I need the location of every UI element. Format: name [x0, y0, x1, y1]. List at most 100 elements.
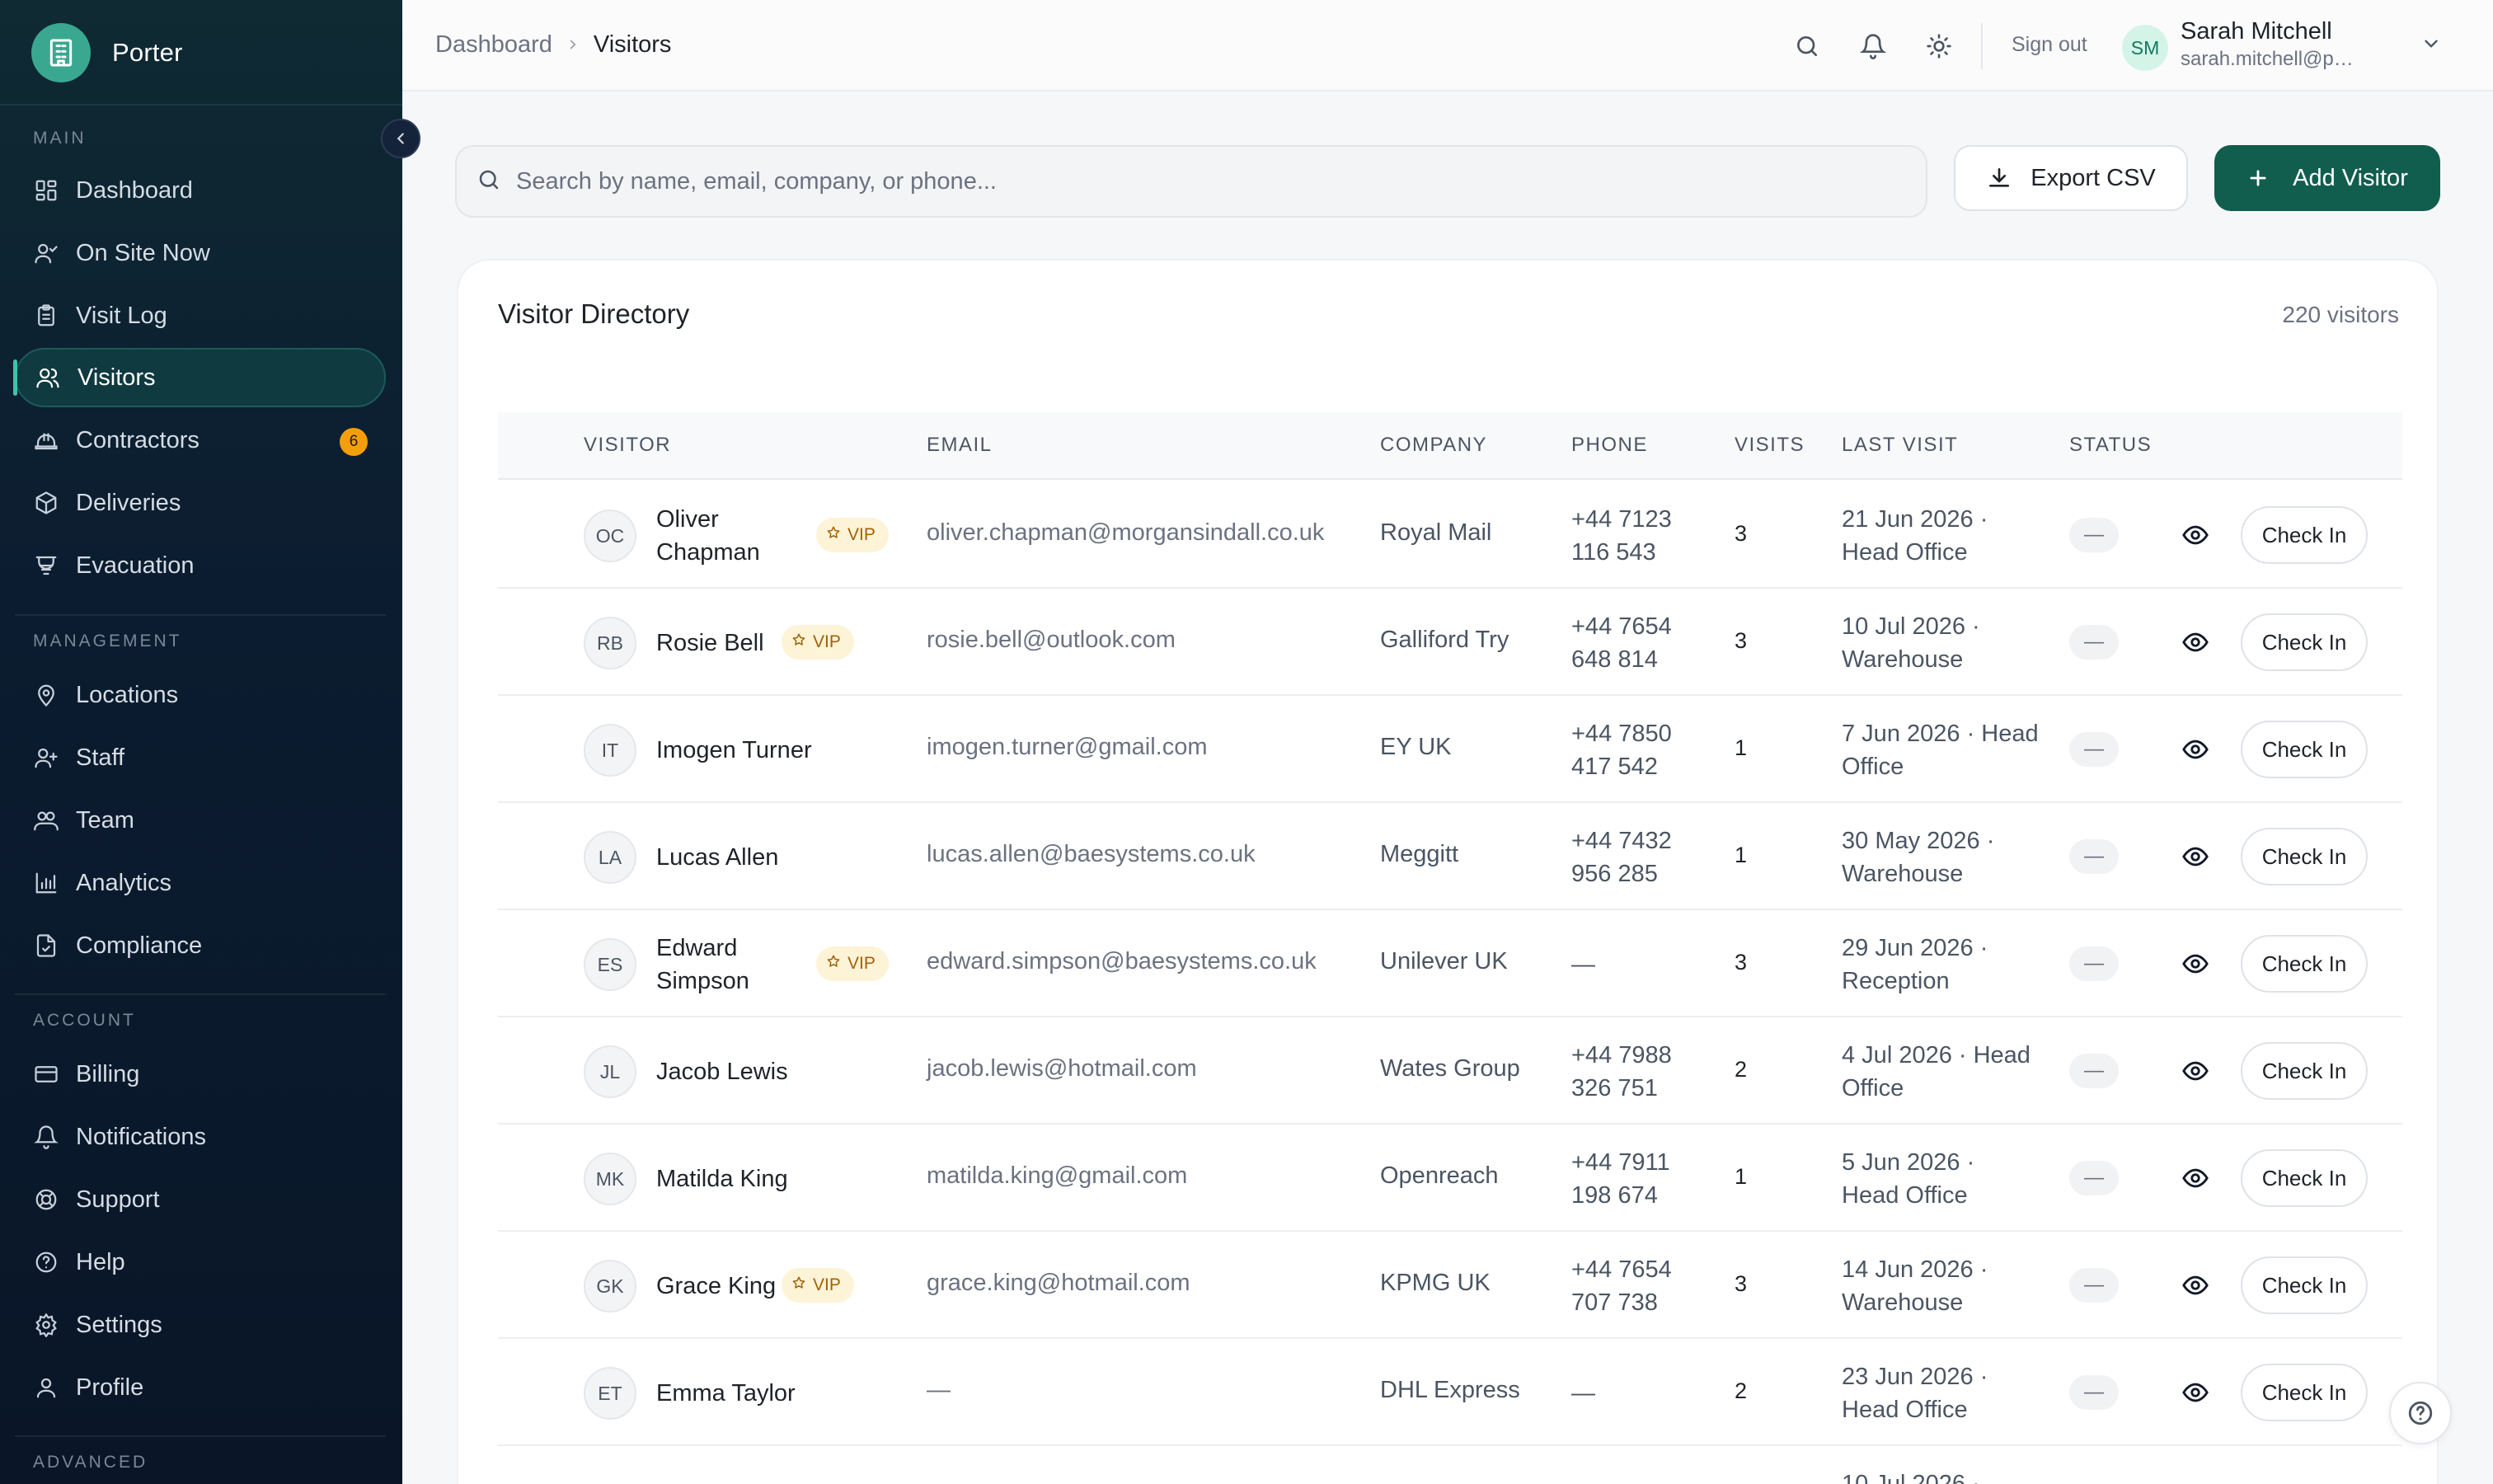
view-eye-icon[interactable]	[2180, 1162, 2211, 1194]
view-eye-icon[interactable]	[2180, 627, 2211, 658]
status-badge: —	[2069, 1161, 2119, 1195]
help-button[interactable]	[2389, 1382, 2452, 1444]
visitor-name[interactable]: Emma Taylor	[656, 1377, 796, 1410]
check-in-button[interactable]: Check In	[2241, 935, 2368, 993]
sidebar-item-locations[interactable]: Locations	[15, 665, 386, 725]
table-row[interactable]: LA Lucas Allen lucas.allen@baesystems.co.u…	[498, 803, 2402, 910]
column-header-last-visit[interactable]: LAST VISIT	[1842, 412, 1958, 478]
visitor-name[interactable]: Oliver Chapman	[656, 503, 760, 569]
sidebar-item-notifications[interactable]: Notifications	[15, 1107, 386, 1167]
check-in-button[interactable]: Check In	[2241, 1042, 2368, 1100]
sidebar-item-support[interactable]: Support	[15, 1170, 386, 1229]
sidebar-item-profile[interactable]: Profile	[15, 1358, 386, 1417]
view-eye-icon[interactable]	[2180, 948, 2211, 979]
column-header-status[interactable]: STATUS	[2069, 412, 2152, 478]
sidebar-item-dashboard[interactable]: Dashboard	[15, 161, 386, 220]
visitor-last-visit: 7 Jun 2026 · Head Office	[1842, 721, 2039, 780]
file-check-icon	[33, 932, 59, 959]
export-csv-button[interactable]: Export CSV	[1954, 145, 2188, 211]
search-icon[interactable]	[1789, 28, 1825, 64]
check-in-button[interactable]: Check In	[2241, 1149, 2368, 1207]
check-in-button[interactable]: Check In	[2241, 1256, 2368, 1314]
view-eye-icon[interactable]	[2180, 1377, 2211, 1408]
sidebar-item-label: Notifications	[76, 1123, 206, 1150]
sidebar-item-label: Visitors	[77, 364, 156, 391]
sidebar-item-evacuation[interactable]: Evacuation	[15, 536, 386, 595]
sidebar-item-visitors[interactable]: Visitors	[15, 348, 386, 407]
visitor-phone: +44 7911 198 674	[1571, 1149, 1670, 1209]
table-row[interactable]: ES Edward Simpson VIP edward.simpson@baesyst…	[498, 910, 2402, 1017]
table-row[interactable]: GK Grace King VIP grace.king@hotmail.com KPM…	[498, 1232, 2402, 1339]
column-header-email[interactable]: EMAIL	[927, 412, 993, 478]
search-input[interactable]	[516, 167, 1876, 195]
visitor-initials-avatar: RB	[584, 617, 636, 669]
user-name[interactable]: Sarah Mitchell	[2181, 18, 2332, 45]
view-eye-icon[interactable]	[2180, 841, 2211, 872]
column-header-visitor[interactable]: VISITOR	[584, 412, 671, 478]
visitor-company: Unilever UK	[1380, 948, 1508, 974]
brand[interactable]: Porter	[31, 21, 183, 84]
table-row[interactable]: RB Rosie Bell VIP rosie.bell@outlook.com Gal…	[498, 589, 2402, 696]
visitor-name[interactable]: Edward Simpson	[656, 932, 749, 998]
visitor-last-visit: 21 Jun 2026 · Head Office	[1842, 506, 1988, 566]
sidebar-item-on-site-now[interactable]: On Site Now	[15, 223, 386, 283]
column-header-company[interactable]: COMPANY	[1380, 412, 1487, 478]
sidebar-item-analytics[interactable]: Analytics	[15, 853, 386, 913]
sign-out-button[interactable]: Sign out	[2012, 33, 2087, 57]
chevron-down-icon[interactable]	[2420, 33, 2442, 59]
visitor-company: DHL Express	[1380, 1377, 1520, 1403]
bell-icon[interactable]	[1855, 28, 1891, 64]
table-row[interactable]: MK Matilda King matilda.king@gmail.com Open…	[498, 1125, 2402, 1232]
avatar[interactable]: SM	[2122, 25, 2168, 71]
sidebar-item-settings[interactable]: Settings	[15, 1295, 386, 1355]
visitor-directory-card: Visitor Directory 220 visitors VISITOR E…	[457, 259, 2439, 1484]
sidebar-item-team[interactable]: Team	[15, 791, 386, 850]
table-row[interactable]: OC Oliver Chapman VIP oliver.chapman@morgans…	[498, 481, 2402, 589]
visitor-last-visit: 4 Jul 2026 · Head Office	[1842, 1042, 2031, 1101]
view-eye-icon[interactable]	[2180, 1055, 2211, 1087]
sidebar-item-label: Dashboard	[76, 176, 193, 204]
visitor-name[interactable]: Rosie Bell	[656, 627, 764, 660]
sidebar-item-label: Compliance	[76, 932, 203, 959]
visitor-name[interactable]: Lucas Allen	[656, 841, 778, 874]
view-eye-icon[interactable]	[2180, 519, 2211, 551]
check-in-button[interactable]: Check In	[2241, 828, 2368, 885]
sidebar-item-billing[interactable]: Billing	[15, 1045, 386, 1104]
visitor-phone: +44 7988 326 751	[1571, 1042, 1672, 1101]
sidebar-collapse-button[interactable]	[381, 119, 420, 158]
table-row[interactable]: Amazon+44 743210 Jul 2026 ·	[498, 1446, 2402, 1484]
theme-toggle-sun-icon[interactable]	[1921, 28, 1957, 64]
column-header-visits[interactable]: VISITS	[1735, 412, 1805, 478]
add-visitor-button[interactable]: Add Visitor	[2214, 145, 2440, 211]
search-bar[interactable]	[455, 145, 1927, 218]
check-in-button[interactable]: Check In	[2241, 506, 2368, 564]
check-in-button[interactable]: Check In	[2241, 721, 2368, 778]
table-row[interactable]: IT Imogen Turner imogen.turner@gmail.com EY…	[498, 696, 2402, 803]
sidebar-item-label: Visit Log	[76, 302, 167, 329]
team-icon	[33, 807, 59, 834]
chevron-left-icon	[397, 133, 404, 144]
sidebar-item-staff[interactable]: Staff	[15, 728, 386, 787]
check-in-button[interactable]: Check In	[2241, 1364, 2368, 1421]
sidebar-item-visit-log[interactable]: Visit Log	[15, 286, 386, 345]
view-eye-icon[interactable]	[2180, 1270, 2211, 1301]
sidebar-item-help[interactable]: Help	[15, 1233, 386, 1292]
visitor-last-visit: 29 Jun 2026 · Reception	[1842, 935, 1988, 994]
sidebar-item-compliance[interactable]: Compliance	[15, 916, 386, 975]
breadcrumb-dashboard-link[interactable]: Dashboard	[435, 31, 552, 59]
visitor-name[interactable]: Jacob Lewis	[656, 1055, 788, 1088]
column-header-phone[interactable]: PHONE	[1571, 412, 1648, 478]
sidebar-item-label: On Site Now	[76, 239, 210, 266]
sidebar-item-deliveries[interactable]: Deliveries	[15, 473, 386, 533]
check-in-button[interactable]: Check In	[2241, 613, 2368, 671]
visitor-name[interactable]: Matilda King	[656, 1162, 788, 1195]
help-circle-icon	[2408, 1401, 2433, 1425]
visitor-name[interactable]: Imogen Turner	[656, 734, 812, 767]
view-eye-icon[interactable]	[2180, 734, 2211, 765]
table-row[interactable]: ET Emma Taylor — DHL Express — 2 23 Jun 2026 ·…	[498, 1339, 2402, 1446]
table-row[interactable]: JL Jacob Lewis jacob.lewis@hotmail.com Wate…	[498, 1017, 2402, 1125]
sidebar-item-contractors[interactable]: Contractors 6	[15, 411, 386, 470]
visitor-name[interactable]: Grace King	[656, 1270, 776, 1303]
visitor-email: imogen.turner@gmail.com	[927, 734, 1208, 760]
status-badge: —	[2069, 732, 2119, 767]
